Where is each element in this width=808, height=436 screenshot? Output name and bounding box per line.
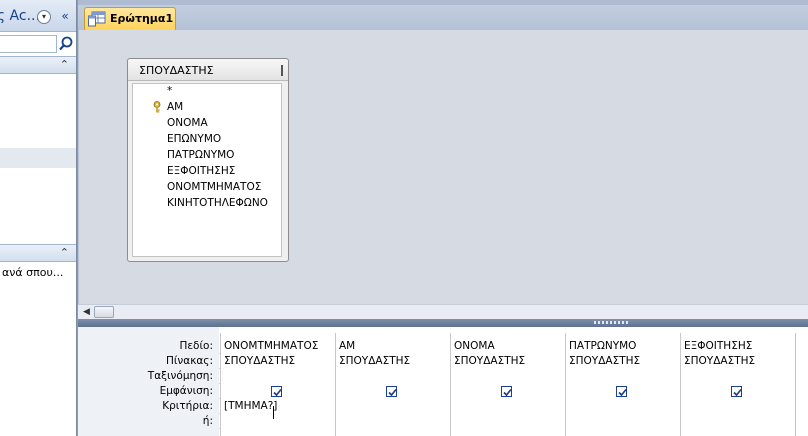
chevron-up-icon[interactable]: ⌃ — [60, 245, 69, 261]
table-name: ΣΠΟΥΔΑΣΤΗΣ — [139, 64, 214, 77]
grid-cell-field[interactable]: ΑΜ — [339, 340, 355, 352]
grid-column[interactable]: ΑΜ ΣΠΟΥΔΑΣΤΗΣ — [335, 333, 450, 436]
field-item[interactable]: ΑΜ — [167, 101, 183, 113]
query-design-upper-pane[interactable]: ΣΠΟΥΔΑΣΤΗΣ * ΑΜ ΟΝΟΜΑ ΕΠΩΝΥΜΟ ΠΑΤΡΩΝΥΜΟ … — [78, 30, 808, 304]
field-item[interactable]: ΟΝΟΜΤΜΗΜΑΤΟΣ — [167, 181, 261, 193]
nav-pane-title[interactable]: ης Ac... — [0, 8, 40, 24]
search-icon[interactable] — [58, 35, 74, 53]
field-list[interactable]: * ΑΜ ΟΝΟΜΑ ΕΠΩΝΥΜΟ ΠΑΤΡΩΝΥΜΟ ΕΞΦΟΙΤΗΣΗΣ … — [132, 83, 282, 257]
grid-cell-field[interactable]: ΟΝΟΜΤΜΗΜΑΤΟΣ — [224, 340, 318, 352]
grid-cell-field[interactable]: ΠΑΤΡΩΝΥΜΟ — [569, 340, 636, 352]
table-field-list-title[interactable]: ΣΠΟΥΔΑΣΤΗΣ — [128, 59, 288, 81]
grid-row-labels: Πεδίο: Πίνακας: Ταξινόμηση: Εμφάνιση: Κρ… — [78, 327, 219, 436]
grid-column[interactable]: ΟΝΟΜΤΜΗΜΑΤΟΣ ΣΠΟΥΔΑΣΤΗΣ [ΤΜΗΜΑ?] — [220, 333, 335, 436]
show-checkbox[interactable] — [271, 386, 282, 397]
field-item[interactable]: * — [167, 85, 172, 97]
document-area: Ερώτημα1 ΣΠΟΥΔΑΣΤΗΣ * ΑΜ ΟΝΟΜΑ ΕΠΩΝΥΜΟ Π… — [78, 0, 808, 436]
show-checkbox[interactable] — [616, 386, 627, 397]
field-item[interactable]: ΕΞΦΟΙΤΗΣΗΣ — [167, 165, 235, 177]
field-item[interactable]: ΕΠΩΝΥΜΟ — [167, 133, 221, 145]
grid-cell-table[interactable]: ΣΠΟΥΔΑΣΤΗΣ — [224, 355, 295, 367]
text-cursor — [273, 406, 274, 419]
field-list-scroll-indicator — [281, 65, 283, 76]
row-label-criteria: Κριτήρια: — [162, 400, 213, 412]
grid-column[interactable]: ΕΞΦΟΙΤΗΣΗΣ ΣΠΟΥΔΑΣΤΗΣ — [680, 333, 795, 436]
grid-cell-table[interactable]: ΣΠΟΥΔΑΣΤΗΣ — [454, 355, 525, 367]
row-label-table: Πίνακας: — [165, 355, 213, 367]
search-input[interactable] — [0, 35, 57, 53]
pane-splitter[interactable] — [78, 319, 808, 327]
navigation-pane: ης Ac... ▾ « ⌃ ⌃ ανά σπου... — [0, 0, 77, 436]
grid-cell-criteria[interactable]: [ΤΜΗΜΑ?] — [224, 400, 277, 412]
tab-strip-border — [78, 0, 808, 5]
document-tab-strip: Ερώτημα1 — [78, 0, 808, 30]
grid-column[interactable]: ΟΝΟΜΑ ΣΠΟΥΔΑΣΤΗΣ — [450, 333, 565, 436]
nav-item-query[interactable]: ανά σπου... — [2, 266, 63, 279]
row-label-show: Εμφάνιση: — [159, 385, 213, 397]
grid-cell-table[interactable]: ΣΠΟΥΔΑΣΤΗΣ — [339, 355, 410, 367]
field-item[interactable]: ΚΙΝΗΤΟΤΗΛΕΦΩΝΟ — [167, 197, 268, 209]
nav-pane-header[interactable]: ης Ac... ▾ « — [0, 0, 76, 32]
key-icon — [152, 101, 162, 113]
query-design-grid[interactable]: Πεδίο: Πίνακας: Ταξινόμηση: Εμφάνιση: Κρ… — [78, 327, 808, 436]
scroll-left-icon[interactable]: ◀ — [80, 306, 93, 318]
row-label-sort: Ταξινόμηση: — [147, 370, 213, 382]
nav-selected-item[interactable] — [0, 148, 76, 168]
chevron-down-icon[interactable]: ▾ — [37, 10, 51, 24]
table-field-list[interactable]: ΣΠΟΥΔΑΣΤΗΣ * ΑΜ ΟΝΟΜΑ ΕΠΩΝΥΜΟ ΠΑΤΡΩΝΥΜΟ … — [127, 58, 289, 262]
show-checkbox[interactable] — [501, 386, 512, 397]
grid-column[interactable]: ΠΑΤΡΩΝΥΜΟ ΣΠΟΥΔΑΣΤΗΣ — [565, 333, 680, 436]
show-checkbox[interactable] — [731, 386, 742, 397]
query-icon — [88, 11, 106, 27]
row-label-or: ή: — [202, 415, 213, 427]
tab-label: Ερώτημα1 — [110, 12, 174, 25]
grid-column-empty[interactable] — [795, 333, 808, 436]
collapse-pane-icon[interactable]: « — [57, 8, 73, 24]
grid-cell-table[interactable]: ΣΠΟΥΔΑΣΤΗΣ — [569, 355, 640, 367]
field-item[interactable]: ΠΑΤΡΩΝΥΜΟ — [167, 149, 234, 161]
nav-group-header-queries[interactable]: ⌃ — [0, 244, 76, 262]
grid-cell-field[interactable]: ΟΝΟΜΑ — [454, 340, 495, 352]
scrollbar-thumb[interactable] — [94, 306, 114, 318]
grid-cell-field[interactable]: ΕΞΦΟΙΤΗΣΗΣ — [684, 340, 752, 352]
grid-cell-table[interactable]: ΣΠΟΥΔΑΣΤΗΣ — [684, 355, 755, 367]
show-checkbox[interactable] — [386, 386, 397, 397]
tab-query1[interactable]: Ερώτημα1 — [84, 7, 176, 30]
field-item[interactable]: ΟΝΟΜΑ — [167, 117, 208, 129]
splitter-grip-icon[interactable] — [594, 321, 628, 324]
horizontal-scrollbar[interactable]: ◀ — [78, 304, 808, 319]
row-label-field: Πεδίο: — [179, 340, 213, 352]
nav-group-header-tables[interactable]: ⌃ — [0, 56, 76, 74]
chevron-up-icon[interactable]: ⌃ — [60, 57, 69, 73]
